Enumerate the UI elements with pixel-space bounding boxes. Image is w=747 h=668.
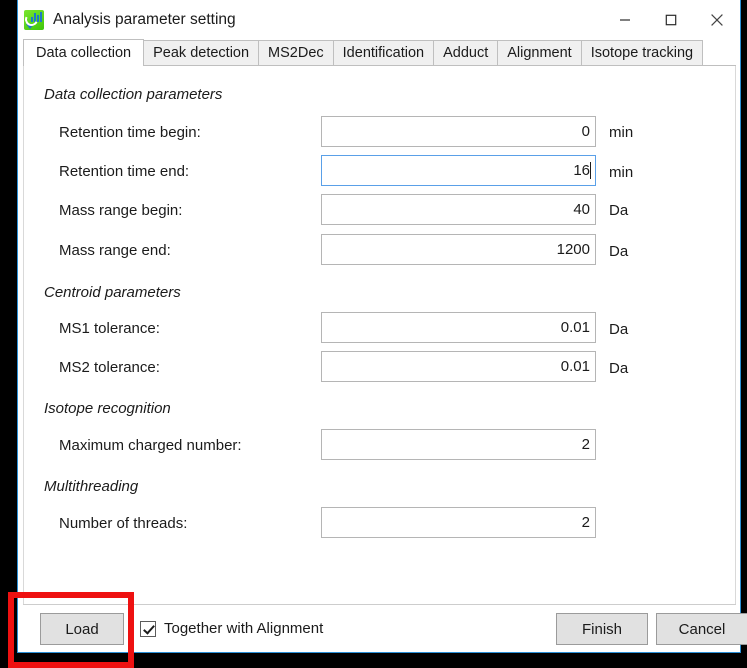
- label-ms2-tolerance: MS2 tolerance:: [59, 359, 160, 376]
- cancel-button[interactable]: Cancel: [656, 613, 747, 645]
- dialog-footer: Load Together with Alignment Finish Canc…: [23, 604, 747, 652]
- tab-peak-detection[interactable]: Peak detection: [143, 40, 260, 66]
- input-retention-time-begin[interactable]: [321, 116, 596, 147]
- minimize-button[interactable]: [602, 0, 648, 39]
- text-caret: [590, 162, 591, 179]
- window-title: Analysis parameter setting: [53, 10, 236, 28]
- label-maximum-charged-number: Maximum charged number:: [59, 437, 242, 454]
- unit-mass-range-begin: Da: [609, 202, 629, 219]
- tab-data-collection[interactable]: Data collection: [23, 39, 145, 66]
- input-ms2-tolerance[interactable]: [321, 351, 596, 382]
- close-button[interactable]: [694, 0, 740, 39]
- input-mass-range-begin[interactable]: [321, 194, 596, 225]
- tab-identification[interactable]: Identification: [332, 40, 435, 66]
- label-retention-time-end: Retention time end:: [59, 163, 190, 180]
- label-mass-range-begin: Mass range begin:: [59, 202, 183, 219]
- label-number-of-threads: Number of threads:: [59, 515, 188, 532]
- checkbox-box[interactable]: [140, 620, 156, 637]
- unit-retention-time-begin: min: [609, 124, 634, 141]
- tab-alignment[interactable]: Alignment: [497, 40, 582, 66]
- tab-label: Alignment: [507, 45, 572, 62]
- tab-strip: Data collection Peak detection MS2Dec Id…: [18, 39, 740, 66]
- label-ms1-tolerance: MS1 tolerance:: [59, 320, 160, 337]
- group-title-multithreading: Multithreading: [44, 478, 139, 495]
- screen-root: Analysis parameter setting Data collecti…: [0, 0, 747, 668]
- input-retention-time-end[interactable]: [321, 155, 596, 186]
- tab-label: Isotope tracking: [590, 45, 694, 62]
- window-controls: [602, 0, 740, 39]
- group-title-centroid: Centroid parameters: [44, 284, 181, 301]
- tab-label: Adduct: [443, 45, 489, 62]
- analysis-parameter-window: Analysis parameter setting Data collecti…: [17, 0, 747, 653]
- label-retention-time-begin: Retention time begin:: [59, 124, 201, 141]
- analysis-app-icon: [24, 9, 44, 30]
- label-mass-range-end: Mass range end:: [59, 242, 171, 259]
- group-title-data-collection: Data collection parameters: [44, 86, 223, 103]
- load-button[interactable]: Load: [40, 613, 124, 645]
- finish-button[interactable]: Finish: [556, 613, 648, 645]
- title-bar-left: Analysis parameter setting: [18, 9, 236, 30]
- group-title-isotope-recognition: Isotope recognition: [44, 400, 171, 417]
- unit-mass-range-end: Da: [609, 243, 629, 260]
- tab-isotope-tracking[interactable]: Isotope tracking: [580, 40, 704, 66]
- tab-ms2dec[interactable]: MS2Dec: [258, 40, 334, 66]
- tab-label: Data collection: [36, 44, 132, 61]
- input-number-of-threads[interactable]: [321, 507, 596, 538]
- tab-label: MS2Dec: [268, 45, 324, 62]
- input-ms1-tolerance[interactable]: [321, 312, 596, 343]
- unit-ms1-tolerance: Da: [609, 321, 629, 338]
- checkbox-label: Together with Alignment: [164, 620, 324, 637]
- together-with-alignment-checkbox[interactable]: Together with Alignment: [140, 620, 323, 637]
- input-maximum-charged-number[interactable]: [321, 429, 596, 460]
- tab-label: Identification: [342, 45, 425, 62]
- unit-ms2-tolerance: Da: [609, 360, 629, 377]
- input-mass-range-end[interactable]: [321, 234, 596, 265]
- data-collection-panel: Data collection parameters Retention tim…: [23, 66, 736, 604]
- tab-adduct[interactable]: Adduct: [433, 40, 499, 66]
- unit-retention-time-end: min: [609, 164, 634, 181]
- window-title-bar: Analysis parameter setting: [18, 0, 740, 39]
- maximize-button[interactable]: [648, 0, 694, 39]
- tab-label: Peak detection: [153, 45, 250, 62]
